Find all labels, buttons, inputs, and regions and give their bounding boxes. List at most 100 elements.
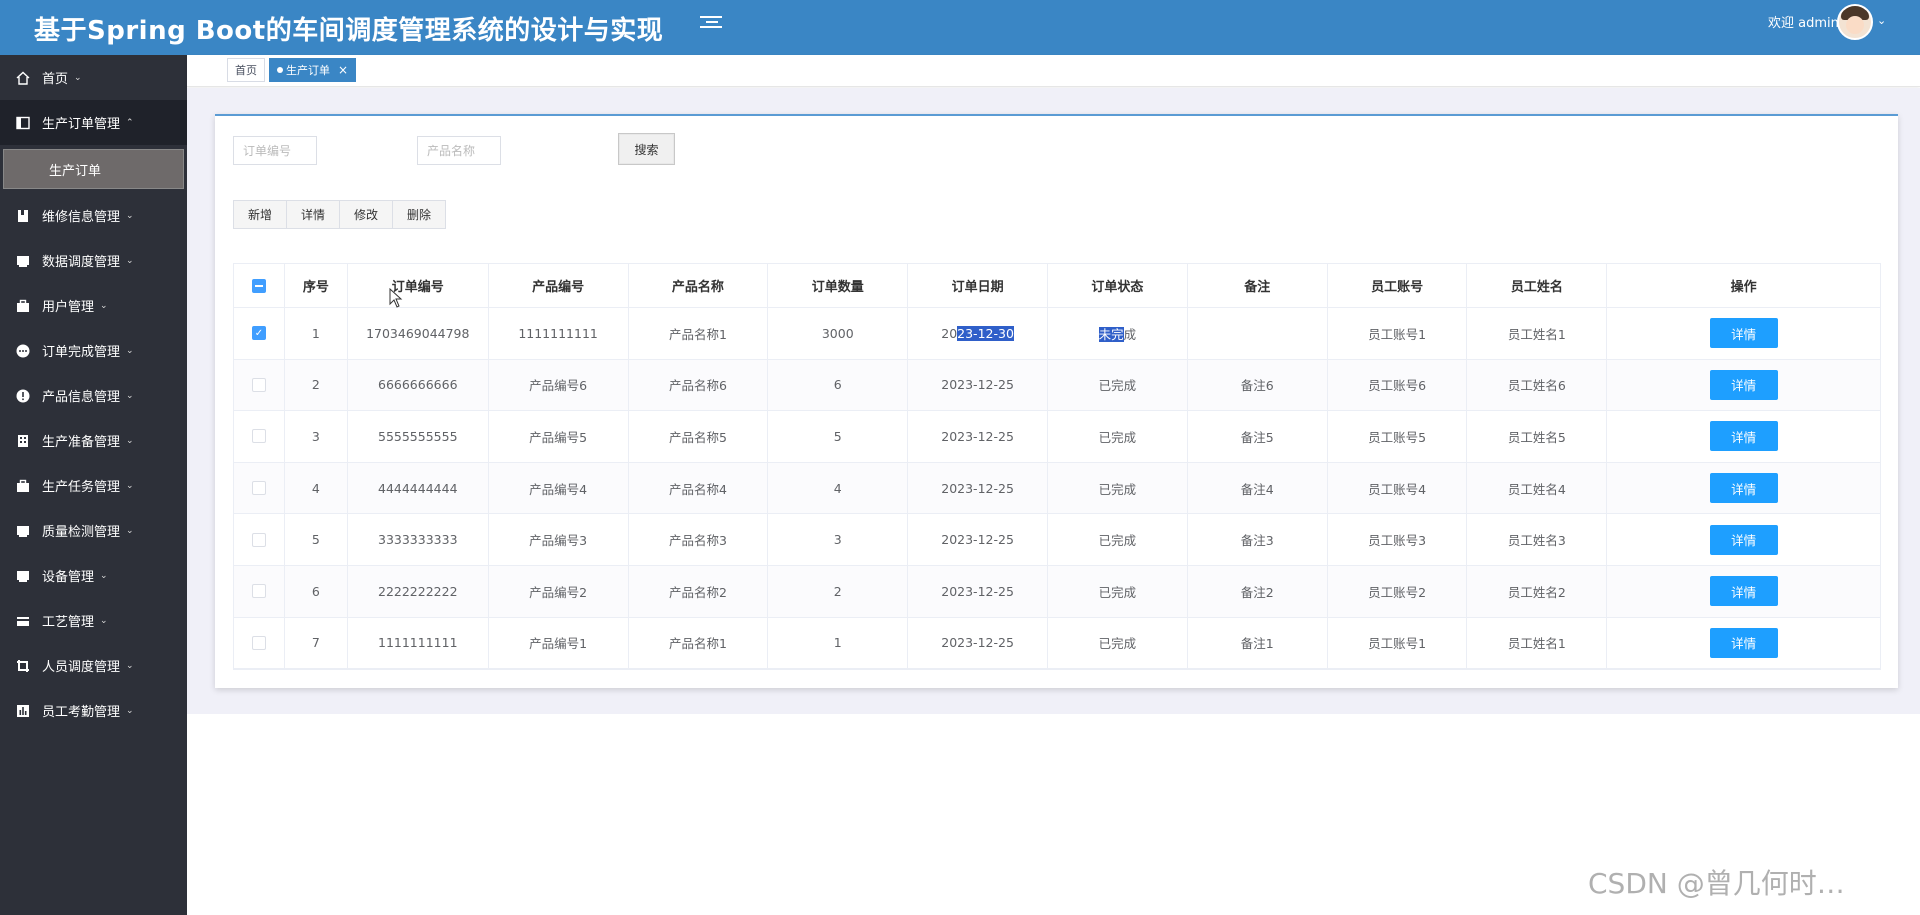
table-cell: 员工账号6 <box>1328 359 1468 411</box>
sidebar-item-equipment[interactable]: 设备管理 ⌄ <box>0 553 187 598</box>
table-cell: 产品名称1 <box>629 308 769 359</box>
cell-emp-account: 员工账号2 <box>1368 584 1427 600</box>
sidebar-item-data-dispatch[interactable]: 数据调度管理 ⌄ <box>0 238 187 283</box>
row-detail-button[interactable]: 详情 <box>1709 576 1778 607</box>
column-header: 备注 <box>1188 264 1328 307</box>
sidebar-item-product-info[interactable]: 产品信息管理 ⌄ <box>0 373 187 418</box>
row-checkbox[interactable] <box>251 377 266 392</box>
sidebar-item-quality[interactable]: 质量检测管理 ⌄ <box>0 508 187 553</box>
select-all-checkbox[interactable] <box>251 278 266 293</box>
row-checkbox[interactable]: ✓ <box>251 326 266 341</box>
status-suffix: 成 <box>1123 326 1137 342</box>
detail-button[interactable]: 详情 <box>286 200 341 229</box>
table-cell: 员工姓名3 <box>1467 514 1608 565</box>
table-row[interactable]: 2 6666666666 产品编号6 产品名称6 6 2023-12-25 已完成 备注6 员工… <box>234 359 1880 412</box>
table-row[interactable]: 5 3333333333 产品编号3 产品名称3 3 2023-12-25 已完成 备注3 员工… <box>234 514 1880 566</box>
cell-remark: 备注6 <box>1240 378 1274 394</box>
crop-icon <box>16 659 30 673</box>
home-icon <box>16 71 30 85</box>
select-cell <box>234 565 285 617</box>
table-cell: 员工账号1 <box>1328 617 1468 669</box>
add-button[interactable]: 新增 <box>233 200 288 229</box>
table-cell: 员工账号4 <box>1328 462 1468 514</box>
tab-production-order[interactable]: 生产订单 × <box>269 58 357 82</box>
cell-emp-name: 员工姓名5 <box>1507 429 1566 445</box>
table-cell: 员工姓名4 <box>1467 462 1608 514</box>
table-cell: 2023-12-25 <box>908 514 1048 565</box>
search-button[interactable]: 搜索 <box>618 133 675 165</box>
chevron-down-icon: ⌄ <box>126 525 134 536</box>
close-icon[interactable]: × <box>338 63 348 77</box>
table-cell: 备注3 <box>1188 514 1328 565</box>
row-detail-button[interactable]: 详情 <box>1709 421 1778 452</box>
cell-index: 3 <box>311 428 320 444</box>
table-row[interactable]: ✓ 1 1703469044798 1111111111 产品名称1 3000 2023-1… <box>234 308 1880 360</box>
table-row[interactable]: 7 1111111111 产品编号1 产品名称1 1 2023-12-25 已完成 备注1 员工… <box>234 617 1880 670</box>
sidebar-subitem-production-order[interactable]: 生产订单 <box>3 149 184 189</box>
sidebar-item-production-prep[interactable]: 生产准备管理 ⌄ <box>0 418 187 463</box>
cell-product-name: 产品名称1 <box>668 326 727 342</box>
menu-toggle-icon[interactable] <box>700 13 722 35</box>
cell-qty: 3 <box>833 532 842 548</box>
cell-date: 2023-12-25 <box>941 377 1014 393</box>
table-body: ✓ 1 1703469044798 1111111111 产品名称1 3000 2023-1… <box>234 308 1880 670</box>
sidebar-item-production-orders[interactable]: 生产订单管理 ⌃ <box>0 100 187 145</box>
edit-button[interactable]: 修改 <box>339 200 394 229</box>
tab-home[interactable]: 首页 <box>227 58 265 82</box>
table-row[interactable]: 6 2222222222 产品编号2 产品名称2 2 2023-12-25 已完成 备注2 员工… <box>234 565 1880 618</box>
chevron-down-icon: ⌄ <box>126 210 134 221</box>
sidebar-item-staff-dispatch[interactable]: 人员调度管理 ⌄ <box>0 643 187 688</box>
row-detail-button[interactable]: 详情 <box>1709 524 1778 555</box>
selected-text: 23-12-30 <box>957 325 1014 341</box>
cell-emp-account: 员工账号1 <box>1368 326 1427 342</box>
avatar[interactable] <box>1837 4 1873 40</box>
cell-index: 5 <box>311 532 320 548</box>
row-checkbox[interactable] <box>251 429 266 444</box>
table-cell: 已完成 <box>1048 617 1188 669</box>
row-detail-button[interactable]: 详情 <box>1709 369 1778 400</box>
table-cell: 2023-12-25 <box>908 462 1048 514</box>
sidebar-item-maintenance[interactable]: 维修信息管理 ⌄ <box>0 193 187 238</box>
sidebar-item-users[interactable]: 用户管理 ⌄ <box>0 283 187 328</box>
sidebar-item-process[interactable]: 工艺管理 ⌄ <box>0 598 187 643</box>
row-checkbox[interactable] <box>251 584 266 599</box>
cell-remark: 备注2 <box>1240 584 1274 600</box>
row-detail-button[interactable]: 详情 <box>1709 473 1778 504</box>
chevron-down-icon: ⌄ <box>126 705 134 716</box>
order-no-search-input[interactable]: 订单编号 <box>233 136 317 165</box>
row-checkbox[interactable] <box>251 532 266 547</box>
row-checkbox[interactable] <box>251 635 266 650</box>
chevron-down-icon: ⌄ <box>126 255 134 266</box>
info-icon <box>16 389 30 403</box>
cell-index: 1 <box>311 325 320 341</box>
monitor-icon <box>16 254 30 268</box>
table-row[interactable]: 3 5555555555 产品编号5 产品名称5 5 2023-12-25 已完成 备注5 员工… <box>234 411 1880 463</box>
column-header: 产品名称 <box>629 264 769 307</box>
sidebar-item-production-tasks[interactable]: 生产任务管理 ⌄ <box>0 463 187 508</box>
row-detail-button[interactable]: 详情 <box>1709 627 1778 658</box>
chevron-down-icon: ⌄ <box>126 660 134 671</box>
table-cell: 产品名称5 <box>629 411 769 462</box>
monitor-icon <box>16 569 30 583</box>
product-name-search-input[interactable]: 产品名称 <box>417 136 501 165</box>
chevron-down-icon: ⌄ <box>126 435 134 446</box>
table-cell: 3333333333 <box>348 514 489 565</box>
sidebar-item-label: 生产任务管理 <box>42 480 121 495</box>
table-row[interactable]: 4 4444444444 产品编号4 产品名称4 4 2023-12-25 已完成 备注4 员工… <box>234 462 1880 515</box>
orders-table: 序号 订单编号 产品编号 产品名称 订单数量 订单日期 订单状态 备注 员工账号… <box>233 263 1881 671</box>
watermark: CSDN @曾几何时… <box>1588 867 1845 900</box>
sidebar-item-home[interactable]: 首页 ⌄ <box>0 55 187 100</box>
sidebar-item-attendance[interactable]: 员工考勤管理 ⌄ <box>0 688 187 733</box>
row-detail-button[interactable]: 详情 <box>1709 318 1778 349</box>
table-cell: 详情 <box>1607 411 1880 462</box>
cell-product-no: 产品编号1 <box>529 636 588 652</box>
table-cell: 已完成 <box>1048 359 1188 411</box>
sidebar-item-order-completion[interactable]: 订单完成管理 ⌄ <box>0 328 187 373</box>
chevron-down-icon[interactable]: ⌄ <box>1877 14 1886 27</box>
delete-button[interactable]: 删除 <box>392 200 447 229</box>
cell-date: 2023-12-25 <box>941 532 1014 548</box>
row-checkbox[interactable] <box>251 481 266 496</box>
cell-order-no: 2222222222 <box>378 583 458 599</box>
cell-order-no: 6666666666 <box>378 377 458 393</box>
table-cell: 4 <box>285 462 348 514</box>
